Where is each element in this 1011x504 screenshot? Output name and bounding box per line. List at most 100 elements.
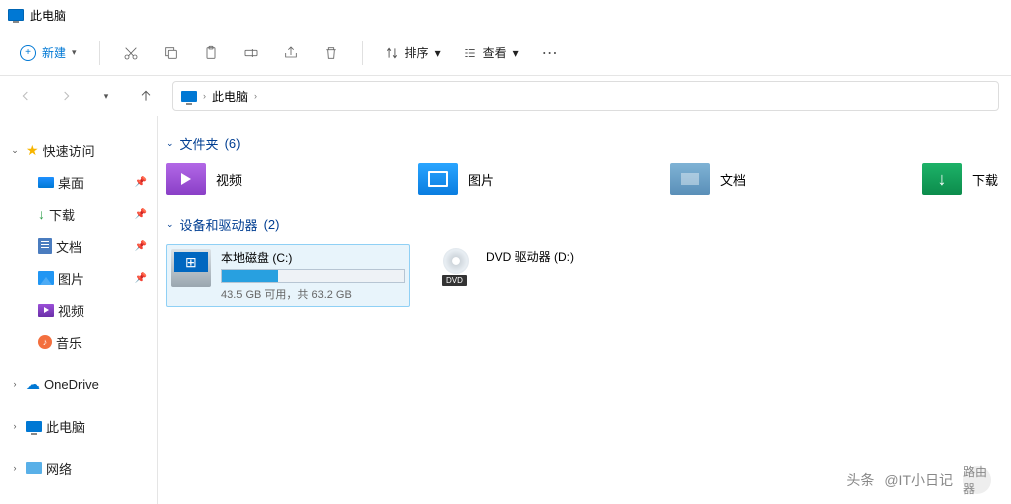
separator xyxy=(362,41,363,65)
picture-icon xyxy=(38,271,54,285)
folders-row: 视频 图片 文档 下载 xyxy=(166,163,1003,195)
music-icon: ♪ xyxy=(38,335,52,349)
sort-label: 排序 xyxy=(405,44,429,61)
view-label: 查看 xyxy=(483,44,507,61)
drive-info: DVD 驱动器 (D:) xyxy=(486,248,672,303)
section-folders-header[interactable]: ⌄ 文件夹 (6) xyxy=(166,134,1003,153)
chevron-down-icon: ▾ xyxy=(513,46,519,60)
pc-icon xyxy=(181,91,197,102)
delete-button[interactable] xyxy=(314,36,348,70)
more-button[interactable]: ⋯ xyxy=(533,36,567,70)
pin-icon: 📌 xyxy=(135,209,147,220)
drive-c[interactable]: 本地磁盘 (C:) 43.5 GB 可用，共 63.2 GB xyxy=(166,244,410,307)
sidebar-label: 快速访问 xyxy=(43,141,149,160)
main: ⌄ ★ 快速访问 桌面📌 ↓下载📌 文档📌 图片📌 视频 ♪音乐 ›☁OneDr… xyxy=(0,116,1011,504)
plus-icon: + xyxy=(20,45,36,61)
sidebar-thispc[interactable]: › 此电脑 xyxy=(0,410,157,442)
new-label: 新建 xyxy=(42,44,66,61)
forward-button[interactable] xyxy=(52,82,80,110)
pin-icon: 📌 xyxy=(135,177,147,188)
watermark: 头条 @IT小日记 路由器 xyxy=(846,466,991,494)
folder-pictures[interactable]: 图片 xyxy=(418,163,648,195)
sidebar-label: 视频 xyxy=(58,301,149,320)
separator xyxy=(99,41,100,65)
rename-button[interactable] xyxy=(234,36,268,70)
sidebar-item-documents[interactable]: 文档📌 xyxy=(0,230,157,262)
sidebar-item-pictures[interactable]: 图片📌 xyxy=(0,262,157,294)
star-icon: ★ xyxy=(26,142,39,159)
download-icon: ↓ xyxy=(38,206,45,222)
picture-folder-icon xyxy=(418,163,458,195)
sidebar: ⌄ ★ 快速访问 桌面📌 ↓下载📌 文档📌 图片📌 视频 ♪ 音乐 ›☁OneDr… xyxy=(0,116,158,504)
recent-dropdown[interactable]: ▾ xyxy=(92,82,120,110)
folder-downloads[interactable]: 下载 xyxy=(922,163,1002,195)
share-button[interactable] xyxy=(274,36,308,70)
sidebar-item-downloads[interactable]: ↓下载📌 xyxy=(0,198,157,230)
folder-label: 下载 xyxy=(972,170,998,189)
drive-info: 本地磁盘 (C:) 43.5 GB 可用，共 63.2 GB xyxy=(221,249,405,302)
sidebar-item-videos[interactable]: 视频 xyxy=(0,294,157,326)
chevron-down-icon: ▾ xyxy=(72,47,77,58)
breadcrumb-root[interactable]: 此电脑› xyxy=(212,88,257,105)
sidebar-label: 此电脑 xyxy=(46,417,149,436)
section-devices-header[interactable]: ⌄ 设备和驱动器 (2) xyxy=(166,215,1003,234)
view-button[interactable]: 查看 ▾ xyxy=(455,40,527,65)
hdd-icon xyxy=(171,249,211,287)
sidebar-label: OneDrive xyxy=(44,377,149,392)
sidebar-network[interactable]: ›网络 xyxy=(0,452,157,484)
watermark-left: 头条 xyxy=(846,470,874,490)
document-folder-icon xyxy=(670,163,710,195)
folder-label: 图片 xyxy=(468,170,494,189)
paste-button[interactable] xyxy=(194,36,228,70)
pc-icon xyxy=(8,9,24,21)
breadcrumb-label: 此电脑 xyxy=(212,88,248,105)
sidebar-quick-access[interactable]: ⌄ ★ 快速访问 xyxy=(0,134,157,166)
pin-icon: 📌 xyxy=(135,273,147,284)
section-title: 文件夹 xyxy=(180,134,219,153)
drive-usage-bar xyxy=(221,269,405,283)
sidebar-item-music[interactable]: ♪ 音乐 xyxy=(0,326,157,358)
drive-d[interactable]: DVD 驱动器 (D:) xyxy=(432,244,676,307)
pin-icon: 📌 xyxy=(135,241,147,252)
address-bar[interactable]: › 此电脑› xyxy=(172,81,999,111)
drives-row: 本地磁盘 (C:) 43.5 GB 可用，共 63.2 GB DVD 驱动器 (… xyxy=(166,244,1003,307)
desktop-icon xyxy=(38,177,54,188)
back-button[interactable] xyxy=(12,82,40,110)
window-title: 此电脑 xyxy=(30,7,66,24)
new-button[interactable]: + 新建 ▾ xyxy=(12,40,85,65)
watermark-right: @IT小日记 xyxy=(884,470,953,490)
chevron-right-icon: › xyxy=(203,91,206,101)
chevron-down-icon: ⌄ xyxy=(166,138,174,149)
video-icon xyxy=(38,304,54,317)
titlebar: 此电脑 xyxy=(0,0,1011,30)
folder-label: 文档 xyxy=(720,170,746,189)
download-folder-icon xyxy=(922,163,962,195)
folder-videos[interactable]: 视频 xyxy=(166,163,396,195)
folder-documents[interactable]: 文档 xyxy=(670,163,900,195)
chevron-down-icon: ⌄ xyxy=(166,219,174,230)
drive-sub: 43.5 GB 可用，共 63.2 GB xyxy=(221,286,405,302)
dvd-icon xyxy=(436,248,476,286)
document-icon xyxy=(38,238,52,254)
sidebar-item-desktop[interactable]: 桌面📌 xyxy=(0,166,157,198)
nav-row: ▾ › 此电脑› xyxy=(0,76,1011,116)
toolbar: + 新建 ▾ 排序 ▾ 查看 ▾ ⋯ xyxy=(0,30,1011,76)
drive-name: DVD 驱动器 (D:) xyxy=(486,248,672,265)
pc-icon xyxy=(26,421,42,432)
sidebar-label: 音乐 xyxy=(56,333,149,352)
up-button[interactable] xyxy=(132,82,160,110)
video-folder-icon xyxy=(166,163,206,195)
section-count: (2) xyxy=(264,217,280,232)
chevron-right-icon: › xyxy=(8,421,22,431)
copy-button[interactable] xyxy=(154,36,188,70)
sidebar-label: 网络 xyxy=(46,459,149,478)
watermark-badge: 路由器 xyxy=(963,466,991,494)
chevron-down-icon: ⌄ xyxy=(8,145,22,156)
content: ⌄ 文件夹 (6) 视频 图片 文档 下载 ⌄ 设备和驱动器 (2) 本地磁盘 … xyxy=(158,116,1011,504)
drive-usage-fill xyxy=(222,270,278,282)
section-title: 设备和驱动器 xyxy=(180,215,258,234)
sidebar-onedrive[interactable]: ›☁OneDrive xyxy=(0,368,157,400)
chevron-right-icon: › xyxy=(8,379,22,389)
cut-button[interactable] xyxy=(114,36,148,70)
sort-button[interactable]: 排序 ▾ xyxy=(377,40,449,65)
